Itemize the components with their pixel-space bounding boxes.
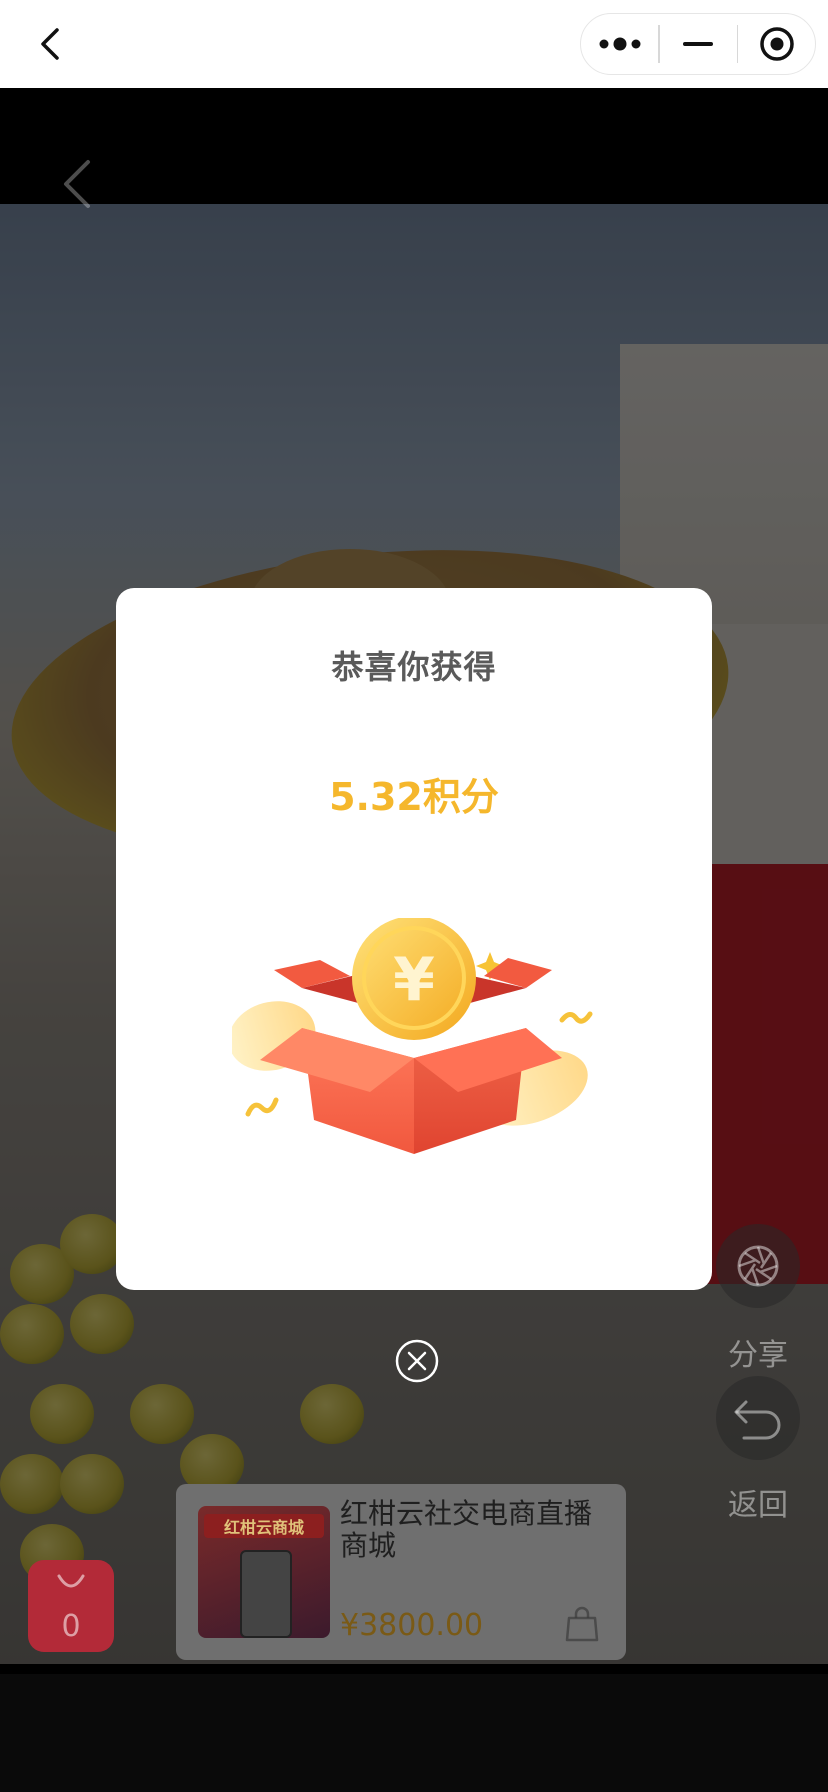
reward-dialog: 恭喜你获得 5.32积分 ¥	[116, 588, 712, 1290]
exit-button[interactable]	[738, 14, 815, 74]
svg-text:¥: ¥	[393, 945, 435, 1015]
close-circle-icon	[759, 27, 794, 61]
video-back-button[interactable]	[56, 154, 96, 214]
minimize-icon	[683, 42, 713, 46]
product-thumbnail: 红柑云商城	[198, 1506, 330, 1638]
product-price: ¥3800.00	[340, 1608, 484, 1643]
chevron-left-icon	[64, 160, 90, 208]
minimize-button[interactable]	[660, 14, 737, 74]
video-letterbox-top	[0, 88, 828, 204]
product-card[interactable]: 红柑云商城 红柑云社交电商直播商城 ¥3800.00	[176, 1484, 626, 1660]
reward-points: 5.32积分	[329, 775, 499, 819]
return-label: 返回	[728, 1488, 788, 1523]
cart-count: 0	[61, 1609, 81, 1644]
undo-icon	[734, 1400, 781, 1440]
mini-program-navbar	[0, 0, 828, 88]
share-button[interactable]	[716, 1224, 800, 1308]
return-button[interactable]	[716, 1376, 800, 1460]
close-dialog-button[interactable]	[394, 1338, 440, 1384]
gift-box-coin-icon: ¥	[232, 918, 593, 1154]
dialog-title: 恭喜你获得	[331, 648, 497, 686]
more-button[interactable]	[581, 14, 658, 74]
product-name: 红柑云社交电商直播商城	[340, 1497, 593, 1562]
share-label: 分享	[728, 1338, 788, 1373]
chevron-left-icon	[41, 28, 59, 60]
video-letterbox-bottom	[0, 1674, 828, 1792]
back-button[interactable]	[28, 22, 72, 66]
shopping-bag-icon[interactable]	[562, 1604, 602, 1644]
cart-button[interactable]: 0	[28, 1560, 114, 1652]
shutter-icon	[737, 1245, 779, 1287]
more-dots-icon	[599, 37, 640, 51]
phone-mockup	[240, 1550, 292, 1638]
bag-handle-icon	[57, 1574, 85, 1588]
thumbnail-banner: 红柑云商城	[204, 1514, 324, 1538]
capsule-menu	[580, 13, 816, 75]
